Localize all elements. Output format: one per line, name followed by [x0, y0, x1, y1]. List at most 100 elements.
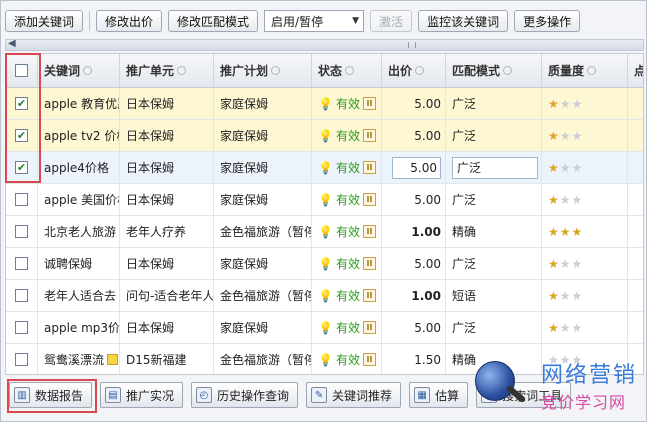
keyword-text[interactable]: 诚聘保姆	[44, 255, 92, 272]
table-row[interactable]: apple 美国价格 日本保姆 家庭保姆 💡有效II 5.00 广泛 ★★★	[6, 184, 643, 216]
row-select-cell[interactable]	[6, 184, 38, 215]
keyword-text[interactable]: 北京老人旅游	[44, 223, 116, 240]
lightbulb-icon[interactable]: 💡	[318, 289, 333, 303]
row-checkbox[interactable]	[15, 257, 28, 270]
pause-icon[interactable]: II	[362, 193, 376, 206]
plan-text[interactable]: 金色福旅游（暂停）	[220, 351, 311, 368]
header-clicks[interactable]: 点	[628, 54, 643, 87]
keyword-text[interactable]: 鸳鸯溪漂流	[44, 351, 104, 368]
row-checkbox[interactable]	[15, 193, 28, 206]
pause-icon[interactable]: II	[362, 353, 376, 366]
unit-text[interactable]: D15新福建	[126, 351, 187, 368]
unit-text[interactable]: 日本保姆	[126, 319, 174, 336]
bid-value[interactable]: 5.00	[414, 97, 441, 111]
pause-icon[interactable]: II	[362, 97, 376, 110]
history-query-button[interactable]: ◴ 历史操作查询	[191, 382, 299, 408]
plan-text[interactable]: 金色福旅游（暂停）	[220, 223, 311, 240]
enable-pause-select[interactable]: 启用/暂停 ▼	[264, 10, 365, 32]
unit-text[interactable]: 日本保姆	[126, 191, 174, 208]
row-checkbox[interactable]	[15, 321, 28, 334]
plan-text[interactable]: 家庭保姆	[220, 95, 268, 112]
match-mode-value[interactable]: 广泛	[452, 95, 476, 112]
header-match-mode[interactable]: 匹配模式	[446, 54, 542, 87]
more-actions-button[interactable]: 更多操作	[514, 10, 581, 32]
unit-text[interactable]: 问句-适合老年人	[126, 287, 213, 304]
match-mode-input[interactable]: 广泛	[452, 156, 538, 179]
row-select-cell[interactable]	[6, 312, 38, 343]
table-row[interactable]: ✔ apple4价格 日本保姆 家庭保姆 💡 有效 II 5.00 广泛 ★★★	[6, 152, 643, 184]
match-mode-value[interactable]: 广泛	[452, 127, 476, 144]
table-row[interactable]: apple mp3价格 日本保姆 家庭保姆 💡有效II 5.00 广泛 ★★★	[6, 312, 643, 344]
estimate-button[interactable]: ▦ 估算	[409, 382, 469, 408]
pause-icon[interactable]: II	[362, 257, 376, 270]
bid-input[interactable]: 5.00	[392, 156, 441, 179]
bid-value[interactable]: 5.00	[414, 129, 441, 143]
note-icon[interactable]	[107, 354, 119, 365]
lightbulb-icon[interactable]: 💡	[318, 161, 333, 175]
edit-bid-button[interactable]: 修改出价	[96, 10, 163, 32]
row-checkbox[interactable]	[15, 289, 28, 302]
match-mode-value[interactable]: 精确	[452, 351, 476, 368]
lightbulb-icon[interactable]: 💡	[318, 257, 333, 271]
match-mode-value[interactable]: 广泛	[452, 191, 476, 208]
table-row[interactable]: 老年人适合去 问句-适合老年人 金色福旅游（暂停） 💡有效II 1.00 短语 …	[6, 280, 643, 312]
plan-text[interactable]: 家庭保姆	[220, 255, 268, 272]
bid-value[interactable]: 1.00	[411, 289, 441, 303]
bid-value[interactable]: 1.50	[414, 353, 441, 367]
keyword-text[interactable]: apple tv2 价格	[44, 127, 119, 144]
table-row[interactable]: ✔ apple tv2 价格 日本保姆 家庭保姆 💡 有效 II 5.00 广泛 ★…	[6, 120, 643, 152]
table-row[interactable]: 诚聘保姆 日本保姆 家庭保姆 💡 有效 II 5.00 广泛 ★★★	[6, 248, 643, 280]
row-select-cell[interactable]: ✔	[6, 88, 38, 119]
match-mode-value[interactable]: 广泛	[452, 255, 476, 272]
plan-text[interactable]: 家庭保姆	[220, 319, 268, 336]
collapse-strip[interactable]: ◀	[5, 38, 644, 51]
table-row[interactable]: 北京老人旅游 老年人疗养 金色福旅游（暂停） 💡有效II 1.00 精确 ★★★	[6, 216, 643, 248]
lightbulb-icon[interactable]: 💡	[318, 353, 333, 367]
lightbulb-icon[interactable]: 💡	[318, 129, 333, 143]
edit-match-mode-button[interactable]: 修改匹配模式	[168, 10, 259, 32]
unit-text[interactable]: 老年人疗养	[126, 223, 186, 240]
pause-icon[interactable]: II	[362, 161, 376, 174]
row-checkbox[interactable]: ✔	[15, 161, 28, 174]
header-select-all[interactable]	[6, 54, 38, 87]
plan-text[interactable]: 家庭保姆	[220, 191, 268, 208]
unit-text[interactable]: 日本保姆	[126, 95, 174, 112]
row-select-cell[interactable]: ✔	[6, 120, 38, 151]
plan-text[interactable]: 家庭保姆	[220, 127, 268, 144]
header-plan[interactable]: 推广计划	[214, 54, 312, 87]
lightbulb-icon[interactable]: 💡	[318, 193, 333, 207]
row-select-cell[interactable]	[6, 248, 38, 279]
match-mode-value[interactable]: 精确	[452, 223, 476, 240]
table-row[interactable]: ✔ apple 教育优惠 日本保姆 家庭保姆 💡有效II 5.00 广泛 ★★★	[6, 88, 643, 120]
header-bid[interactable]: 出价	[382, 54, 446, 87]
row-select-cell[interactable]: ✔	[6, 152, 38, 183]
activate-button[interactable]: 激活	[370, 10, 413, 32]
row-checkbox[interactable]: ✔	[15, 97, 28, 110]
keyword-text[interactable]: apple4价格	[44, 159, 109, 176]
bid-value[interactable]: 5.00	[414, 193, 441, 207]
row-select-cell[interactable]	[6, 344, 38, 374]
keyword-text[interactable]: apple 美国价格	[44, 191, 119, 208]
plan-text[interactable]: 家庭保姆	[220, 159, 268, 176]
row-select-cell[interactable]	[6, 216, 38, 247]
select-all-checkbox[interactable]	[15, 64, 28, 77]
promo-live-button[interactable]: ▤ 推广实况	[100, 382, 184, 408]
lightbulb-icon[interactable]: 💡	[318, 225, 333, 239]
bid-value[interactable]: 5.00	[414, 321, 441, 335]
lightbulb-icon[interactable]: 💡	[318, 321, 333, 335]
unit-text[interactable]: 日本保姆	[126, 159, 174, 176]
keyword-text[interactable]: 老年人适合去	[44, 287, 116, 304]
bid-value[interactable]: 1.00	[411, 225, 441, 239]
row-checkbox[interactable]: ✔	[15, 129, 28, 142]
keyword-text[interactable]: apple 教育优惠	[44, 95, 119, 112]
bid-value[interactable]: 5.00	[414, 257, 441, 271]
lightbulb-icon[interactable]: 💡	[318, 97, 333, 111]
unit-text[interactable]: 日本保姆	[126, 255, 174, 272]
add-keyword-button[interactable]: 添加关键词	[5, 10, 84, 32]
pause-icon[interactable]: II	[362, 129, 376, 142]
header-quality[interactable]: 质量度	[542, 54, 628, 87]
resize-grip-icon[interactable]	[408, 42, 416, 48]
keyword-text[interactable]: apple mp3价格	[44, 319, 119, 336]
keyword-recommend-button[interactable]: ✎ 关键词推荐	[306, 382, 402, 408]
plan-text[interactable]: 金色福旅游（暂停）	[220, 287, 311, 304]
